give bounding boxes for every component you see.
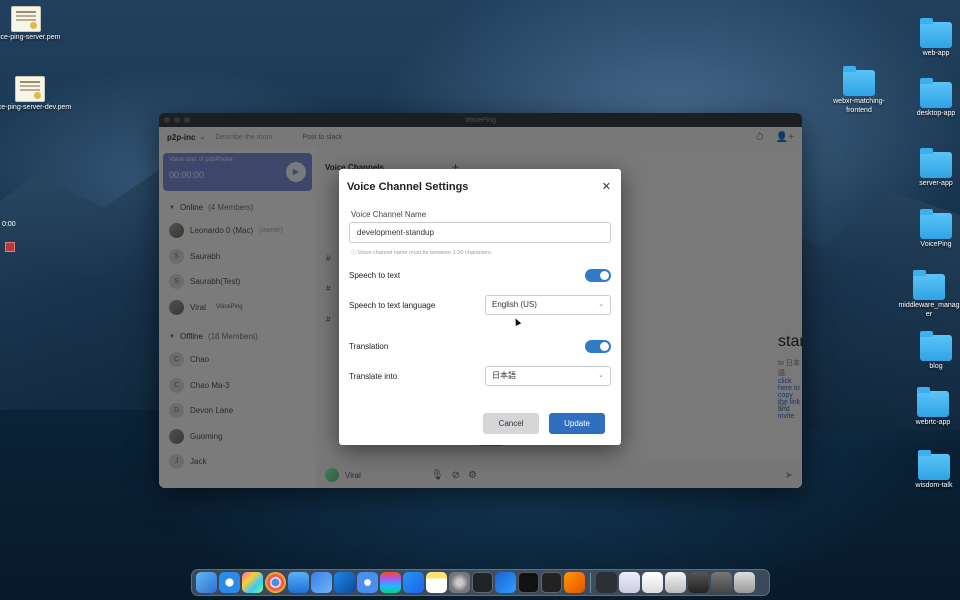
hint-text: Voice channel name must be between 1-30 … — [358, 250, 493, 256]
info-icon: ⓘ — [351, 250, 359, 256]
chrome-icon[interactable] — [265, 572, 286, 593]
certificate-icon — [11, 6, 41, 32]
cancel-button[interactable]: Cancel — [483, 413, 539, 434]
translation-toggle[interactable] — [585, 340, 611, 353]
terminal-icon-2[interactable] — [541, 572, 562, 593]
xcode-icon[interactable] — [495, 572, 516, 593]
folder-icon — [913, 270, 945, 300]
chevron-down-icon: ⌄ — [598, 372, 604, 379]
desktop-file[interactable]: voice-ping-server.pem — [0, 6, 68, 43]
speech-language-value: English (US) — [492, 300, 537, 309]
desktop-folder[interactable]: blog — [894, 331, 960, 372]
desktop-folder[interactable]: webrtc-app — [891, 387, 960, 428]
trash-icon[interactable] — [734, 572, 755, 593]
window-icon-3[interactable] — [711, 572, 732, 593]
window-icon[interactable] — [665, 572, 686, 593]
activity-icon[interactable] — [472, 572, 493, 593]
launchpad-icon[interactable] — [242, 572, 263, 593]
recording-timer: 0:00 — [2, 221, 16, 228]
update-button[interactable]: Update — [549, 413, 605, 434]
voice-channel-settings-dialog: Voice Channel Settings ✕ Voice Channel N… — [339, 169, 621, 445]
dialog-title: Voice Channel Settings — [347, 181, 469, 193]
screenshot-icon[interactable] — [642, 572, 663, 593]
folder-icon — [918, 450, 950, 480]
speech-to-text-label: Speech to text — [349, 271, 401, 280]
desktop-folder[interactable]: web-app — [894, 18, 960, 59]
vscode-icon[interactable] — [334, 572, 355, 593]
channel-name-input[interactable] — [349, 222, 611, 243]
settings-icon[interactable] — [357, 572, 378, 593]
safari-icon[interactable] — [219, 572, 240, 593]
translate-into-select[interactable]: 日本語 ⌄ — [485, 366, 611, 386]
folder-icon — [920, 331, 952, 361]
desktop-folder[interactable]: server-app — [894, 148, 960, 189]
translation-label: Translation — [349, 342, 389, 351]
sublime-icon[interactable] — [564, 572, 585, 593]
desktop-folder[interactable]: middleware_manager — [894, 270, 960, 319]
folder-icon — [920, 148, 952, 178]
system-preferences-icon[interactable] — [449, 572, 470, 593]
figma-icon[interactable] — [380, 572, 401, 593]
recording-stop-button[interactable] — [5, 242, 15, 252]
cube-icon[interactable] — [311, 572, 332, 593]
desktop-folder[interactable]: webxr-matching-frontend — [817, 66, 901, 115]
folder-icon — [920, 209, 952, 239]
dock-separator — [590, 572, 591, 593]
dock — [191, 569, 770, 596]
desktop-folder[interactable]: wisdom-talk — [892, 450, 960, 491]
terminal-icon[interactable] — [518, 572, 539, 593]
folder-icon — [917, 387, 949, 417]
certificate-icon — [15, 76, 45, 102]
speech-language-label: Speech to text language — [349, 301, 436, 310]
notes-icon[interactable] — [426, 572, 447, 593]
speech-language-select[interactable]: English (US) ⌄ — [485, 295, 611, 315]
downloads-icon[interactable] — [596, 572, 617, 593]
preview-icon[interactable] — [619, 572, 640, 593]
close-icon[interactable]: ✕ — [602, 180, 611, 193]
folder-icon — [920, 78, 952, 108]
folder-icon — [920, 18, 952, 48]
desktop-folder[interactable]: VoicePing — [894, 209, 960, 250]
channel-name-hint: ⓘ Voice channel name must be between 1-3… — [351, 248, 492, 256]
speech-to-text-toggle[interactable] — [585, 269, 611, 282]
chevron-down-icon: ⌄ — [598, 301, 604, 308]
finder-icon[interactable] — [196, 572, 217, 593]
window-icon-2[interactable] — [688, 572, 709, 593]
desktop-file[interactable]: voice-ping-server-dev.pem — [0, 76, 72, 113]
desktop-folder[interactable]: desktop-app — [894, 78, 960, 119]
translate-into-label: Translate into — [349, 372, 398, 381]
mail-icon[interactable] — [288, 572, 309, 593]
translate-into-value: 日本語 — [492, 371, 516, 380]
channel-name-label: Voice Channel Name — [351, 210, 427, 219]
docker-icon[interactable] — [403, 572, 424, 593]
folder-icon — [843, 66, 875, 96]
